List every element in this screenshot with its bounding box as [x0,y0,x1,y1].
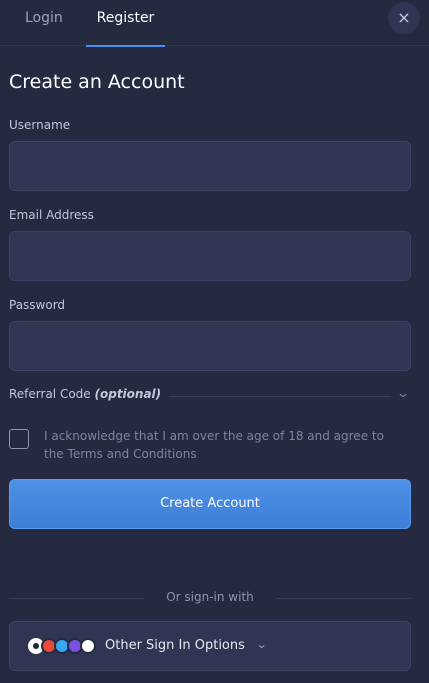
age-terms-checkbox[interactable] [9,429,29,449]
divider-text: Or sign-in with [166,590,254,604]
tab-register[interactable]: Register [86,0,165,47]
email-input[interactable] [9,231,411,281]
other-sign-in-label: Other Sign In Options [105,638,245,653]
chevron-down-icon: ⌄ [255,638,268,651]
username-input[interactable] [9,141,411,191]
terms-link[interactable]: Terms and Conditions [68,447,197,461]
page-title: Create an Account [9,71,185,93]
chevron-down-icon: ⌄ [395,386,411,400]
email-label: Email Address [9,208,94,222]
close-icon: × [397,8,411,27]
tab-login[interactable]: Login [25,0,63,46]
password-input[interactable] [9,321,411,371]
referral-code-label: Referral Code (optional) [9,387,162,401]
username-label: Username [9,118,71,132]
sign-in-divider: Or sign-in with [9,590,411,608]
referral-divider [169,396,391,397]
close-button[interactable]: × [388,2,420,34]
password-label: Password [9,298,66,312]
other-sign-in-options-button[interactable]: Other Sign In Options ⌄ [9,621,411,671]
create-account-button[interactable]: Create Account [9,479,411,529]
register-modal: Login Register × Create an Account Usern… [0,0,429,683]
referral-code-toggle[interactable]: Referral Code (optional) ⌄ [9,386,411,405]
provider-icons [28,638,96,656]
auth-tabs: Login Register [0,0,429,47]
age-terms-text: I acknowledge that I am over the age of … [44,429,384,461]
referral-optional-tag: (optional) [94,387,162,401]
provider-white-icon [80,638,96,654]
